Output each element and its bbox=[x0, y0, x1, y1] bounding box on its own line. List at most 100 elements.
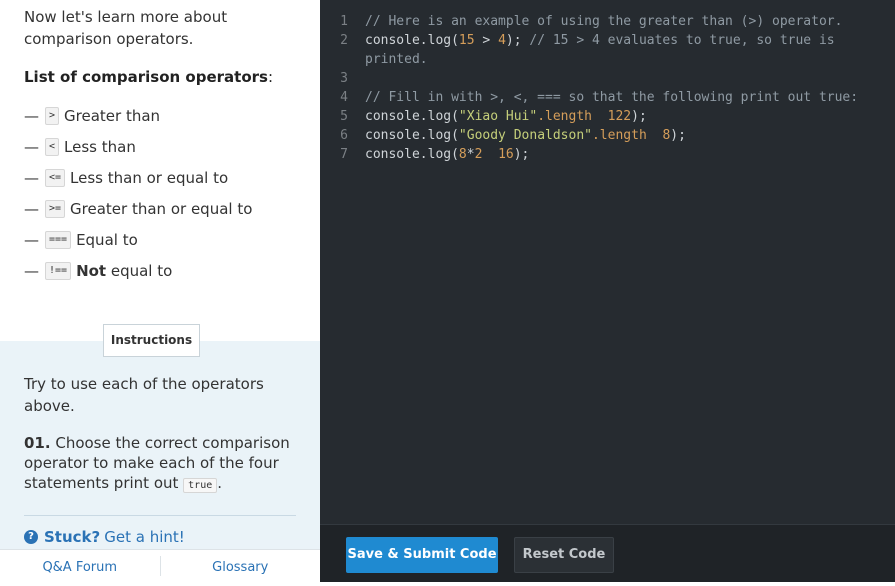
hint-text: Get a hint! bbox=[104, 528, 185, 546]
lesson-intro: Now let's learn more about comparison op… bbox=[24, 8, 228, 48]
code-token: console.log( bbox=[365, 109, 459, 124]
code-token: console.log( bbox=[365, 128, 459, 143]
code-editor[interactable]: 1 // Here is an example of using the grea… bbox=[320, 0, 895, 524]
operator-item: — !== Not equal to bbox=[24, 255, 300, 286]
step-end: . bbox=[217, 474, 223, 492]
operator-symbol: < bbox=[45, 137, 60, 156]
operator-label: Equal to bbox=[76, 230, 138, 249]
operator-item: — === Equal to bbox=[24, 224, 300, 255]
glossary-link[interactable]: Glossary bbox=[161, 550, 321, 582]
code-line[interactable]: 4 // Fill in with >, <, === so that the f… bbox=[320, 88, 895, 107]
operator-symbol: > bbox=[45, 106, 60, 125]
code-line[interactable]: 2 console.log(15 > 4); // 15 > 4 evaluate… bbox=[320, 31, 895, 50]
step-number: 01. bbox=[24, 434, 51, 452]
code-text[interactable]: console.log("Goody Donaldson".length 8); bbox=[348, 126, 686, 145]
code-text[interactable]: console.log(15 > 4); // 15 > 4 evaluates… bbox=[348, 31, 835, 50]
list-dash: — bbox=[24, 168, 39, 187]
list-title-text: List of comparison operators bbox=[24, 68, 268, 86]
line-number: 6 bbox=[340, 128, 348, 143]
operator-symbol: >= bbox=[45, 199, 66, 218]
code-token: console.log( bbox=[365, 33, 459, 48]
operator-item: — > Greater than bbox=[24, 100, 300, 131]
code-text[interactable]: printed. bbox=[348, 50, 428, 69]
operator-item: — < Less than bbox=[24, 131, 300, 162]
code-text[interactable]: console.log("Xiao Hui".length 122); bbox=[348, 107, 647, 126]
lesson-footer: Q&A Forum Glossary bbox=[0, 549, 320, 582]
line-number bbox=[320, 50, 348, 69]
code-token: 8 bbox=[458, 147, 467, 162]
operator-label: Greater than bbox=[64, 106, 161, 125]
list-dash: — bbox=[24, 106, 39, 125]
list-title-colon: : bbox=[267, 68, 274, 86]
code-token: .length bbox=[537, 109, 592, 124]
list-dash: — bbox=[24, 137, 39, 156]
operator-symbol: === bbox=[45, 230, 72, 249]
code-token: // 15 > 4 evaluates to true, so true is bbox=[529, 33, 835, 48]
instructions-tab[interactable]: Instructions bbox=[103, 324, 200, 357]
code-token: printed. bbox=[365, 52, 428, 67]
question-icon: ? bbox=[24, 530, 38, 544]
operator-label: Less than bbox=[64, 137, 136, 156]
operator-symbol: <= bbox=[45, 168, 66, 187]
qa-forum-link[interactable]: Q&A Forum bbox=[0, 550, 160, 582]
code-token: 16 bbox=[498, 147, 514, 162]
reset-code-button[interactable]: Reset Code bbox=[514, 537, 614, 573]
operator-label: Greater than or equal to bbox=[70, 199, 253, 218]
code-token: * bbox=[466, 147, 475, 162]
code-line[interactable]: 6 console.log("Goody Donaldson".length 8)… bbox=[320, 126, 895, 145]
code-text[interactable]: // Fill in with >, <, === so that the fo… bbox=[348, 88, 858, 107]
operator-item: — <= Less than or equal to bbox=[24, 162, 300, 193]
hint-bold: Stuck? bbox=[44, 528, 101, 546]
code-token: 122 bbox=[607, 109, 632, 124]
code-token: ); bbox=[513, 147, 530, 162]
code-token: "Xiao Hui" bbox=[458, 109, 538, 124]
instructions-text: Try to use each of the operators above. bbox=[24, 375, 264, 415]
line-number: 1 bbox=[340, 14, 348, 29]
code-text[interactable]: // Here is an example of using the great… bbox=[348, 12, 842, 31]
code-line[interactable]: 1 // Here is an example of using the grea… bbox=[320, 12, 895, 31]
code-line[interactable]: 3 bbox=[320, 69, 895, 88]
hint-link[interactable]: ? Stuck? Get a hint! bbox=[24, 528, 185, 546]
code-token: .length bbox=[591, 128, 647, 143]
code-line[interactable]: 7 console.log(8*2 16); bbox=[320, 145, 895, 164]
code-line[interactable]: 5 console.log("Xiao Hui".length 122); bbox=[320, 107, 895, 126]
line-number: 2 bbox=[340, 33, 348, 48]
save-submit-button[interactable]: Save & Submit Code bbox=[346, 537, 498, 573]
line-number: 5 bbox=[340, 109, 348, 124]
lesson-panel: Now let's learn more about comparison op… bbox=[0, 0, 320, 582]
code-token: console.log( bbox=[365, 147, 459, 162]
instructions-panel: Try to use each of the operators above. … bbox=[0, 341, 320, 549]
operator-item: — >= Greater than or equal to bbox=[24, 193, 300, 224]
operator-label-bold: Not bbox=[76, 261, 107, 280]
list-dash: — bbox=[24, 199, 39, 218]
lesson-content: Now let's learn more about comparison op… bbox=[0, 0, 320, 341]
code-text[interactable] bbox=[348, 69, 365, 88]
code-line[interactable]: printed. bbox=[320, 50, 895, 69]
hint-separator bbox=[24, 515, 296, 516]
code-text[interactable]: console.log(8*2 16); bbox=[348, 145, 529, 164]
line-number: 4 bbox=[340, 90, 348, 105]
code-token: 15 bbox=[458, 33, 475, 48]
list-dash: — bbox=[24, 230, 39, 249]
list-dash: — bbox=[24, 261, 39, 280]
line-number: 3 bbox=[340, 71, 348, 86]
operator-label: equal to bbox=[106, 261, 173, 280]
code-token: ); bbox=[505, 33, 530, 48]
code-lines[interactable]: 1 // Here is an example of using the grea… bbox=[320, 12, 895, 164]
code-token: "Goody Donaldson" bbox=[458, 128, 592, 143]
step-text: Choose the correct comparison operator t… bbox=[24, 434, 290, 492]
code-token: > bbox=[474, 33, 499, 48]
operators-list: — > Greater than — < Less than — <= Less than or… bbox=[24, 100, 300, 286]
operators-list-title: List of comparison operators: bbox=[24, 68, 300, 86]
line-number: 7 bbox=[340, 147, 348, 162]
code-token: // Fill in with >, <, === so that the fo… bbox=[365, 90, 859, 105]
code-token: 4 bbox=[498, 33, 506, 48]
step-code: true bbox=[183, 478, 218, 493]
operator-label: Less than or equal to bbox=[70, 168, 229, 187]
code-token: ); bbox=[670, 128, 686, 143]
operator-symbol: !== bbox=[45, 261, 72, 280]
code-token: // Here is an example of using the great… bbox=[365, 14, 843, 29]
